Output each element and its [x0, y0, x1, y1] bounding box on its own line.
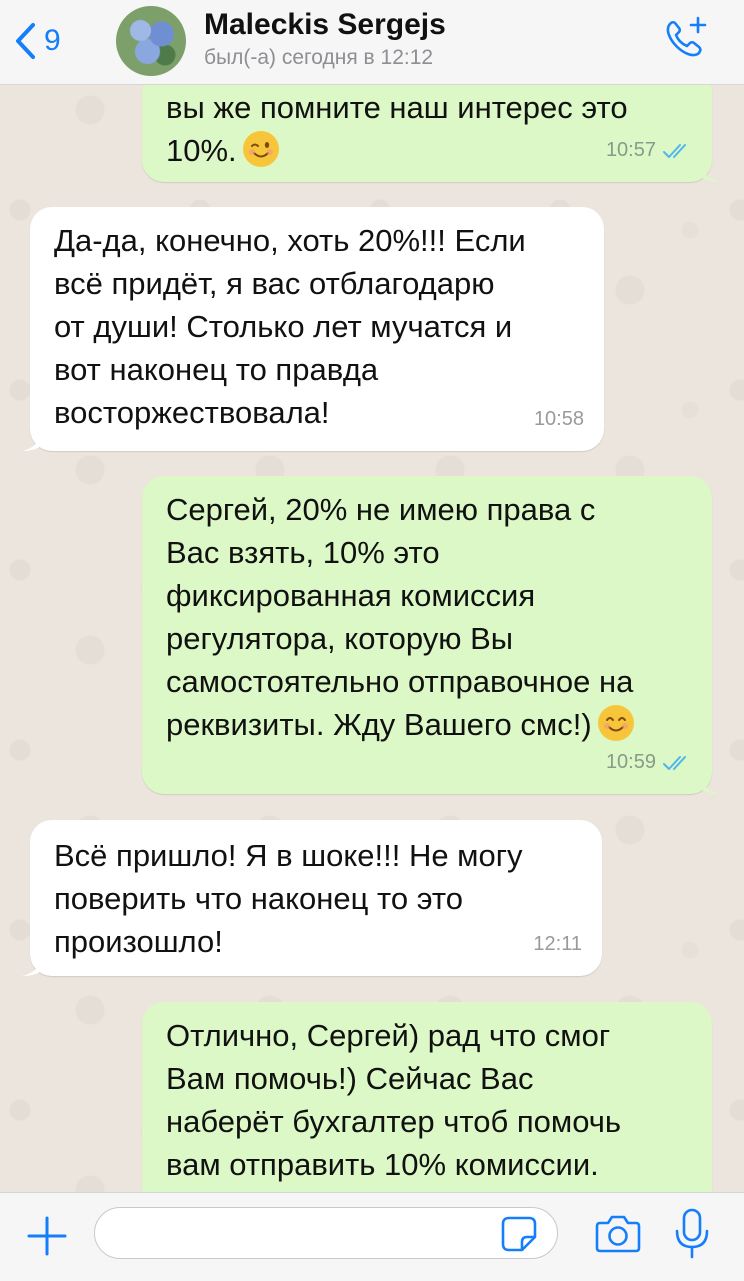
bubble-tail — [698, 160, 720, 182]
message-bubble-outgoing[interactable]: Сергей, 20% не имею права с Вас взять, 1… — [142, 476, 720, 794]
message-text: Всё пришло! Я в шоке!!! Не могу поверить… — [54, 838, 523, 959]
back-button[interactable]: 9 — [14, 18, 61, 64]
smiling-face-icon — [597, 705, 634, 741]
bubble-tail — [698, 772, 720, 794]
read-receipt-icon — [663, 755, 686, 770]
message-text: Да-да, конечно, хоть 20%!!! Если всё при… — [54, 223, 526, 430]
message-time: 10:58 — [533, 408, 584, 430]
message-time: 10:57 — [605, 139, 656, 161]
message-bubble-outgoing[interactable]: вы же помните наш интерес это 10%. 10:57 — [142, 70, 720, 182]
chat-header: 9 Maleckis Sergejs был(-а) сегодня в 12:… — [0, 0, 744, 85]
message-input-bar — [0, 1192, 744, 1281]
message-meta: 12:11 — [533, 923, 582, 966]
message-input[interactable] — [94, 1207, 558, 1259]
message-bubble-incoming[interactable]: Да-да, конечно, хоть 20%!!! Если всё при… — [22, 207, 604, 451]
last-seen-status: был(-а) сегодня в 12:12 — [204, 46, 434, 69]
message-text: вы же помните наш интерес это 10%. — [166, 90, 628, 168]
chevron-left-icon — [16, 23, 35, 59]
plus-icon[interactable] — [24, 1213, 70, 1259]
camera-icon[interactable] — [594, 1211, 642, 1255]
message-bubble-incoming[interactable]: Всё пришло! Я в шоке!!! Не могу поверить… — [22, 820, 602, 976]
bubble-tail — [22, 954, 44, 976]
winking-face-icon — [242, 131, 279, 167]
contact-avatar[interactable] — [116, 6, 186, 76]
message-time: 12:11 — [533, 933, 582, 955]
bubble-tail — [22, 429, 44, 451]
message-text: Сергей, 20% не имею права с Вас взять, 1… — [166, 492, 634, 742]
message-meta: 10:58 — [534, 398, 584, 441]
read-receipt-icon — [663, 143, 686, 158]
message-time: 10:59 — [605, 751, 656, 773]
message-meta: 10:57 — [606, 129, 692, 172]
sticker-icon[interactable] — [500, 1215, 538, 1253]
add-call-icon[interactable] — [660, 14, 710, 64]
message-meta: 10:59 — [606, 741, 692, 784]
message-text: Отлично, Сергей) рад что смог Вам помочь… — [166, 1018, 622, 1182]
microphone-icon[interactable] — [672, 1207, 712, 1261]
contact-name[interactable]: Maleckis Sergejs — [204, 8, 446, 42]
unread-count: 9 — [44, 24, 61, 57]
